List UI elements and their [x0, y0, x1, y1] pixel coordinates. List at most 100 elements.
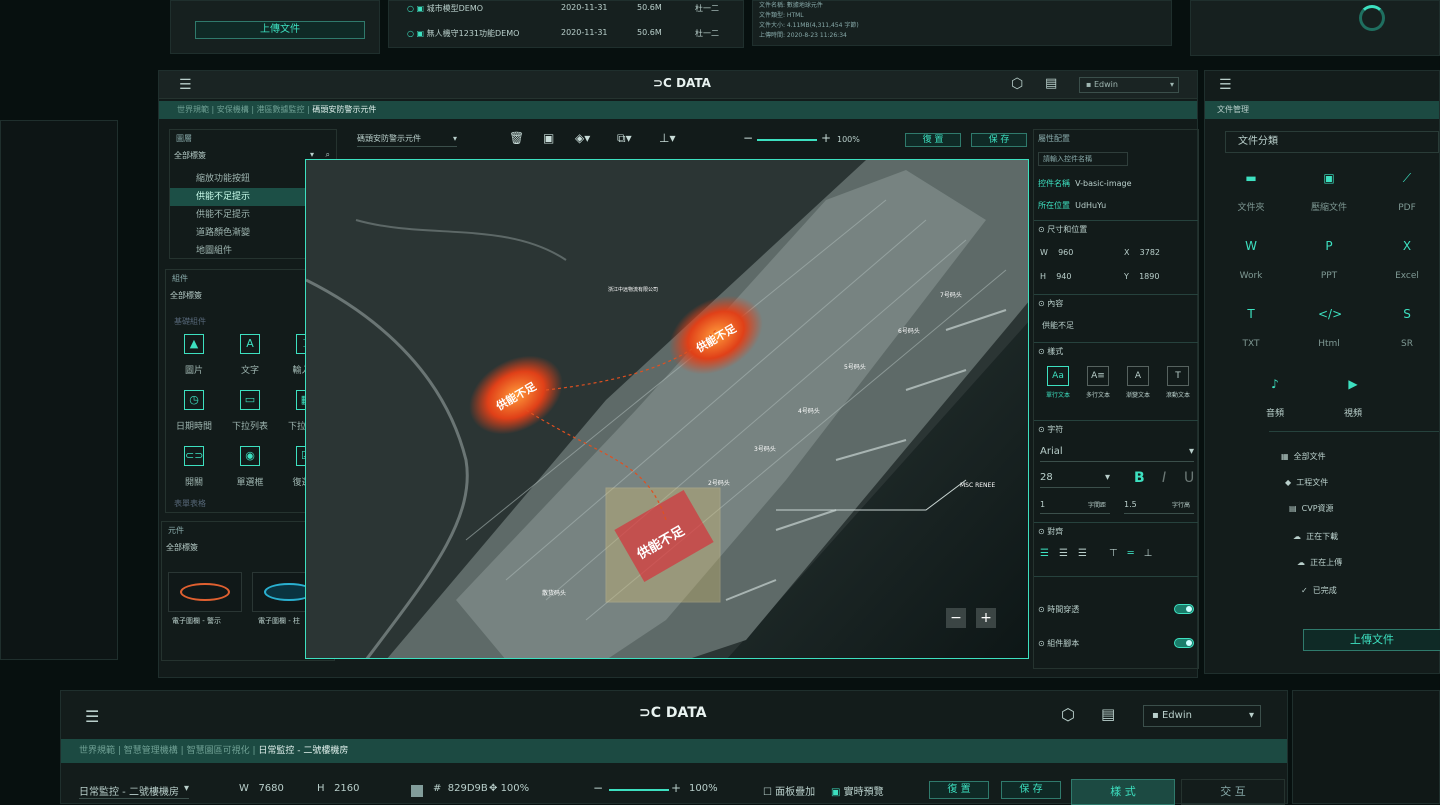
txt-item[interactable]: T TXT — [1221, 303, 1281, 350]
video-item[interactable]: ▶ 視頻 — [1323, 373, 1383, 420]
trash-icon[interactable]: 🗑 — [509, 131, 524, 145]
sr-item[interactable]: S SR — [1377, 303, 1437, 350]
zoom-in-icon[interactable]: + — [821, 131, 831, 145]
letter-spacing-field[interactable]: 1 字間距 — [1040, 500, 1110, 514]
excel-item[interactable]: X Excel — [1377, 235, 1437, 282]
underline-button[interactable]: U — [1184, 470, 1194, 486]
component-script-toggle[interactable] — [1174, 638, 1194, 648]
upload-button-top[interactable]: 上傳文件 — [195, 21, 365, 39]
bold-button[interactable]: B — [1134, 470, 1145, 486]
file-row[interactable]: ○ ▣ 城市模型DEMO — [407, 3, 483, 14]
menu-icon[interactable]: ☰ — [179, 77, 192, 93]
width-field[interactable]: W 7680 — [239, 783, 284, 794]
zoom-out-icon[interactable]: − — [743, 131, 753, 145]
height-field[interactable]: H 2160 — [317, 783, 360, 794]
align-right-icon[interactable]: ☰ — [1078, 548, 1097, 559]
reset-button[interactable]: 復 置 — [929, 781, 989, 799]
size-section[interactable]: ⊙ 尺寸和位置 — [1038, 224, 1087, 235]
settings-icon[interactable]: ⬡ — [1011, 76, 1023, 92]
align-icon[interactable]: ⊥▾ — [659, 131, 675, 145]
x-field[interactable]: X 3782 — [1124, 248, 1160, 257]
settings-icon[interactable]: ⬡ — [1061, 705, 1075, 724]
font-section[interactable]: ⊙ 字符 — [1038, 424, 1063, 435]
reset-button[interactable]: 復 置 — [905, 133, 961, 147]
align-top-icon[interactable]: ⊤ — [1109, 548, 1128, 559]
breadcrumb-item[interactable]: 港區數據監控 — [257, 105, 305, 114]
audio-item[interactable]: ♪ 音頻 — [1245, 373, 1305, 420]
radio-component[interactable]: ◉ 單選框 — [222, 446, 278, 489]
text-component[interactable]: A 文字 — [222, 334, 278, 377]
font-size-select[interactable]: 28 ▾ — [1040, 472, 1110, 488]
nav-completed[interactable]: ✓ 已完成 — [1301, 585, 1337, 596]
pdf-item[interactable]: ⟋ PDF — [1377, 167, 1437, 214]
w-field[interactable]: W 960 — [1040, 248, 1073, 257]
map-canvas[interactable]: 供能不足 供能不足 供能不足 2号码头 3号码头 4号码头 5号码头 6号码头 … — [305, 159, 1029, 659]
upload-button[interactable]: 上傳文件 — [1303, 629, 1440, 651]
breadcrumb-item[interactable]: 智慧管理機構 — [124, 746, 178, 756]
folder-item[interactable]: ▬ 文件夾 — [1221, 167, 1281, 214]
single-line-text-option[interactable]: Aa 單行文本 — [1040, 366, 1076, 399]
nav-downloading[interactable]: ☁ 正在下載 — [1293, 531, 1338, 542]
align-left-icon[interactable]: ☰ — [1040, 548, 1059, 559]
layers-icon[interactable]: ◈▾ — [575, 131, 590, 145]
tab-style[interactable]: 樣 式 — [1071, 779, 1175, 805]
zoom-slider[interactable] — [609, 789, 669, 791]
dropdown-component[interactable]: ▭ 下拉列表 — [222, 390, 278, 433]
user-dropdown[interactable]: ▪ Edwin ▾ — [1079, 77, 1179, 93]
nav-uploading[interactable]: ☁ 正在上傳 — [1297, 557, 1342, 568]
gradient-text-option[interactable]: A 漸變文本 — [1120, 366, 1156, 399]
html-item[interactable]: </> Html — [1299, 303, 1359, 350]
menu-icon[interactable]: ☰ — [1219, 77, 1232, 93]
content-section[interactable]: ⊙ 內容 — [1038, 298, 1063, 309]
nav-cvp-resources[interactable]: ▤ CVP資源 — [1289, 503, 1334, 514]
control-search-input[interactable]: 請輸入控件名稱 — [1038, 152, 1128, 166]
color-swatch[interactable] — [411, 785, 423, 797]
category-dropdown[interactable]: 文件分類 — [1225, 131, 1439, 153]
menu-icon[interactable]: ☰ — [85, 707, 99, 726]
tab-interact[interactable]: 交 互 — [1181, 779, 1285, 805]
screen-selector[interactable]: 日常監控 - 二號樓機房 ▾ — [79, 783, 189, 799]
y-field[interactable]: Y 1890 — [1124, 272, 1159, 281]
zoom-in-icon[interactable]: + — [671, 781, 681, 795]
save-doc-icon[interactable]: ▤ — [1045, 76, 1057, 91]
scroll-text-option[interactable]: T 滾動文本 — [1160, 366, 1196, 399]
zip-item[interactable]: ▣ 壓縮文件 — [1299, 167, 1359, 214]
save-doc-icon[interactable]: ▤ — [1101, 705, 1115, 723]
datetime-component[interactable]: ◷ 日期時間 — [166, 390, 222, 433]
h-field[interactable]: H 940 — [1040, 272, 1071, 281]
line-height-field[interactable]: 1.5 字行高 — [1124, 500, 1194, 514]
time-pierce-toggle[interactable] — [1174, 604, 1194, 614]
breadcrumb-item[interactable]: 世界規範 — [79, 746, 115, 756]
align-section[interactable]: ⊙ 對齊 — [1038, 526, 1063, 537]
breadcrumb-item[interactable]: 安保機構 — [217, 105, 249, 114]
switch-component[interactable]: ⊂⊃ 開關 — [166, 446, 222, 489]
save-button[interactable]: 保 存 — [971, 133, 1027, 147]
color-field[interactable]: # 829D9B — [433, 783, 488, 794]
image-component[interactable]: ▲ 圖片 — [166, 334, 222, 377]
preview-checkbox[interactable]: ▣ 實時預覽 — [831, 783, 884, 798]
breadcrumb-item[interactable]: 智慧園區可視化 — [187, 746, 250, 756]
ppt-item[interactable]: P PPT — [1299, 235, 1359, 282]
nav-all-files[interactable]: ▦ 全部文件 — [1281, 451, 1326, 462]
style-section[interactable]: ⊙ 樣式 — [1038, 346, 1063, 357]
zoom-in-map-button[interactable]: + — [976, 608, 996, 628]
nav-project-files[interactable]: ◆ 工程文件 — [1285, 477, 1328, 488]
breadcrumb-item[interactable]: 世界規範 — [177, 105, 209, 114]
font-select[interactable]: Arial ▾ — [1040, 446, 1194, 462]
italic-button[interactable]: I — [1162, 470, 1166, 486]
element-card[interactable] — [168, 572, 242, 612]
zoom-out-map-button[interactable]: − — [946, 608, 966, 628]
multi-line-text-option[interactable]: A≡ 多行文本 — [1080, 366, 1116, 399]
overlay-checkbox[interactable]: ☐ 面板疊加 — [763, 783, 815, 798]
align-middle-icon[interactable]: ═ — [1128, 548, 1144, 559]
copy-icon[interactable]: ⧉▾ — [617, 131, 632, 146]
word-item[interactable]: W Work — [1221, 235, 1281, 282]
opacity-field[interactable]: ✥ 100% — [489, 783, 529, 794]
content-value[interactable]: 供能不足 — [1042, 320, 1074, 331]
layout-icon[interactable]: ▣ — [543, 131, 554, 145]
element-selector[interactable]: 碼頭安防警示元件 ▾ — [357, 131, 457, 147]
align-bottom-icon[interactable]: ⊥ — [1144, 548, 1163, 559]
align-center-icon[interactable]: ☰ — [1059, 548, 1078, 559]
zoom-slider[interactable] — [757, 139, 817, 141]
save-button[interactable]: 保 存 — [1001, 781, 1061, 799]
